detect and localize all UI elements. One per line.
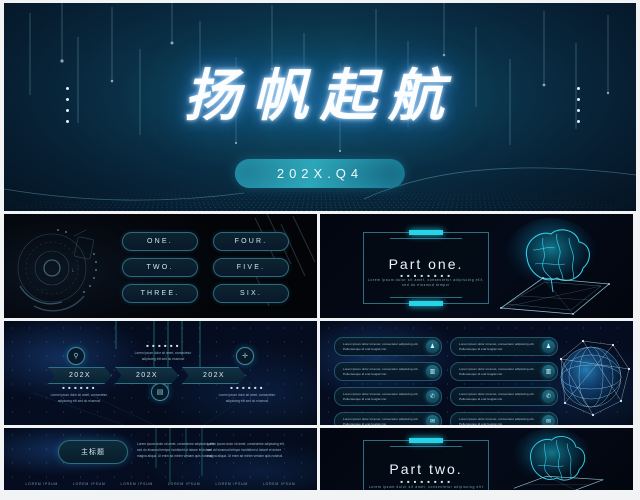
slide-timeline[interactable]: ⚲ ▤ ✛ 202X 202X 202X ■ ■ ■ ■ ■ ■ Lorem i… [4, 321, 317, 425]
slide-table-of-contents[interactable]: L... ONE. FOUR. TWO. FIVE. THREE. SIX. [4, 214, 317, 318]
list-item-text: Lorem ipsum dolor sit amet, consectetur … [343, 341, 419, 351]
toc-item-four[interactable]: FOUR. [213, 232, 289, 251]
slide-feature-list[interactable]: Lorem ipsum dolor sit amet, consectetur … [320, 321, 633, 425]
timeline-note-1-body: Lorem ipsum dolor sit amet, consectetur … [50, 393, 108, 403]
column-a-text: Lorem ipsum dolor sit amet, consectetur … [137, 442, 215, 458]
phone-icon: ✆ [426, 390, 439, 403]
part-one-frame: Part one. ■ ■ ■ ■ ■ ■ ■ ■ Lorem ipsum do… [363, 230, 489, 306]
timeline-year-1[interactable]: 202X [48, 367, 112, 384]
list-item[interactable]: Lorem ipsum dolor sit amet, consectetur … [334, 387, 442, 406]
toc-item-six[interactable]: SIX. [213, 284, 289, 303]
timeline-track: 202X 202X 202X [48, 367, 249, 384]
slide-section-divider-one[interactable]: Part one. ■ ■ ■ ■ ■ ■ ■ ■ Lorem ipsum do… [320, 214, 633, 318]
list-item-text: Lorem ipsum dolor sit amet, consectetur … [459, 391, 535, 401]
footer-label: LOREM IPSUM [262, 482, 296, 486]
mail-icon: ✉ [426, 415, 439, 425]
part-one-title: Part one. [388, 256, 464, 272]
timeline-note-3-heading: ■ ■ ■ ■ ■ ■ [230, 385, 264, 390]
toc-item-five[interactable]: FIVE. [213, 258, 289, 277]
list-item[interactable]: Lorem ipsum dolor sit amet, consectetur … [450, 387, 558, 406]
part-one-subtitle: Lorem ipsum dolor sit amet, consectetur … [367, 278, 485, 288]
frame-tab-top [409, 438, 443, 443]
footer-label: LOREM IPSUM [120, 482, 154, 486]
toc-item-three[interactable]: THREE. [122, 284, 198, 303]
timeline-note-2: ■ ■ ■ ■ ■ ■ Lorem ipsum dolor sit amet, … [132, 343, 194, 362]
deck-row-2: L... ONE. FOUR. TWO. FIVE. THREE. SIX. P… [4, 214, 636, 318]
footer-label: LOREM IPSUM [72, 482, 106, 486]
building-icon: ▥ [426, 365, 439, 378]
list-item-text: Lorem ipsum dolor sit amet, consectetur … [343, 391, 419, 401]
list-item[interactable]: Lorem ipsum dolor sit amet, consectetur … [450, 362, 558, 381]
timeline-note-2-body: Lorem ipsum dolor sit amet, consectetur … [134, 351, 192, 361]
slide-deck-preview: 扬帆起航 202X.Q4 L ... ONE. FOUR. TWO. FIVE.… [0, 0, 640, 500]
list-item[interactable]: Lorem ipsum dolor sit amet, consectetur … [450, 412, 558, 425]
toc-item-two[interactable]: TWO. [122, 258, 198, 277]
wireframe-globe-icon [559, 339, 631, 417]
toc-item-one[interactable]: ONE. [122, 232, 198, 251]
timeline-note-2-heading: ■ ■ ■ ■ ■ ■ [146, 343, 180, 348]
trophy-icon: ♟ [426, 340, 439, 353]
slide-title-and-columns[interactable]: 主标题 Lorem ipsum dolor sit amet, consecte… [4, 428, 317, 490]
column-b-text: Lorem ipsum dolor sit amet, consectetur … [207, 442, 285, 458]
list-item[interactable]: Lorem ipsum dolor sit amet, consectetur … [334, 362, 442, 381]
deck-row-3: ⚲ ▤ ✛ 202X 202X 202X ■ ■ ■ ■ ■ ■ Lorem i… [4, 321, 636, 425]
part-two-frame: Part two. ■ ■ ■ ■ ■ ■ ■ ■ Lorem ipsum do… [363, 438, 489, 490]
part-two-subtitle: Lorem ipsum dolor sit amet, consectetur … [368, 485, 484, 489]
footer-label: LOREM IPSUM [167, 482, 201, 486]
brain-phone-illustration [512, 428, 604, 490]
part-two-title: Part two. [389, 461, 463, 477]
hero-date-badge[interactable]: 202X.Q4 [234, 159, 406, 188]
timeline-note-1: ■ ■ ■ ■ ■ ■ Lorem ipsum dolor sit amet, … [48, 385, 110, 404]
radar-hud-icon: L... [17, 229, 97, 312]
timeline-year-3[interactable]: 202X [182, 367, 246, 384]
list-item-text: Lorem ipsum dolor sit amet, consectetur … [459, 416, 535, 425]
list-item-text: Lorem ipsum dolor sit amet, consectetur … [459, 366, 535, 376]
list-item[interactable]: Lorem ipsum dolor sit amet, consectetur … [334, 337, 442, 356]
timeline-note-3: ■ ■ ■ ■ ■ ■ Lorem ipsum dolor sit amet, … [216, 385, 278, 404]
svg-text:...: ... [40, 286, 47, 291]
part-two-blocks: ■ ■ ■ ■ ■ ■ ■ ■ [400, 479, 452, 484]
list-item[interactable]: Lorem ipsum dolor sit amet, consectetur … [450, 337, 558, 356]
toc-grid: ONE. FOUR. TWO. FIVE. THREE. SIX. [122, 232, 289, 303]
list-item-text: Lorem ipsum dolor sit amet, consectetur … [459, 341, 535, 351]
lightbulb-icon: ⚲ [67, 347, 85, 365]
frame-tab-bottom [409, 301, 443, 306]
timeline-note-1-heading: ■ ■ ■ ■ ■ ■ [62, 385, 96, 390]
footer-label: LOREM IPSUM [25, 482, 59, 486]
footer-label: LOREM IPSUM [215, 482, 249, 486]
slide-hero-cover[interactable]: 扬帆起航 202X.Q4 [4, 3, 636, 211]
slide-section-divider-two[interactable]: Part two. ■ ■ ■ ■ ■ ■ ■ ■ Lorem ipsum do… [320, 428, 633, 490]
deck-row-hero: 扬帆起航 202X.Q4 [4, 3, 636, 211]
list-item[interactable]: Lorem ipsum dolor sit amet, consectetur … [334, 412, 442, 425]
target-icon: ✛ [236, 347, 254, 365]
document-icon: ▤ [151, 383, 169, 401]
frame-tab-top [409, 230, 443, 235]
main-title-badge[interactable]: 主标题 [58, 440, 128, 464]
timeline-note-3-body: Lorem ipsum dolor sit amet, consectetur … [218, 393, 276, 403]
timeline-year-2[interactable]: 202X [115, 367, 179, 384]
list-item-text: Lorem ipsum dolor sit amet, consectetur … [343, 366, 419, 376]
list-item-text: Lorem ipsum dolor sit amet, consectetur … [343, 416, 419, 425]
deck-row-4: 主标题 Lorem ipsum dolor sit amet, consecte… [4, 428, 636, 490]
hero-title: 扬帆起航 [184, 63, 456, 129]
footer-labels: LOREM IPSUM LOREM IPSUM LOREM IPSUM LORE… [4, 482, 317, 486]
svg-text:L: L [72, 268, 75, 273]
brain-phone-illustration [499, 218, 610, 315]
feature-list-grid: Lorem ipsum dolor sit amet, consectetur … [334, 337, 558, 425]
